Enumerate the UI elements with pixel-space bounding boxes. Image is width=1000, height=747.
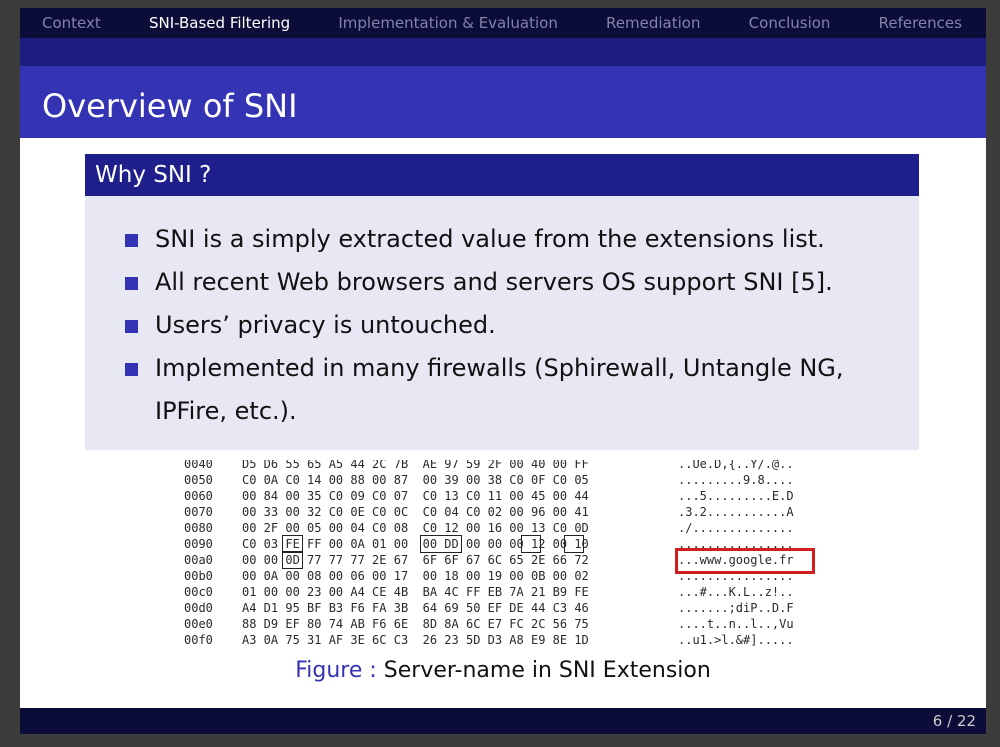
hex-ascii: ...#...K.L..z!..: [678, 585, 794, 599]
hex-ascii: ./..............: [678, 521, 794, 535]
caption-label: Figure :: [295, 658, 377, 683]
hex-bytes: 00 84 00 35 C0 09 C0 07 C0 13 C0 11 00 4…: [242, 489, 589, 503]
nav-item-implementation[interactable]: Implementation & Evaluation: [338, 14, 558, 32]
hex-row: 0050 C0 0A C0 14 00 88 00 87 00 39 00 38 …: [170, 472, 830, 488]
hex-offset: 0090: [184, 537, 213, 551]
block-title: Why SNI ?: [85, 154, 919, 196]
hex-ascii: ...5.........E.D: [678, 489, 794, 503]
hex-offset: 00f0: [184, 633, 213, 647]
hex-offset: 00b0: [184, 569, 213, 583]
hex-row: 0040 D5 D6 55 65 A5 44 2C 7B AE 97 59 2F …: [170, 460, 830, 472]
hex-ascii: .......;diP..D.F: [678, 601, 794, 615]
hex-row: 0060 00 84 00 35 C0 09 C0 07 C0 13 C0 11 …: [170, 488, 830, 504]
figure-caption: Figure : Server-name in SNI Extension: [20, 658, 986, 683]
bullet-text: SNI is a simply extracted value from the…: [155, 225, 825, 253]
hex-offset: 00d0: [184, 601, 213, 615]
bullet-text: All recent Web browsers and servers OS s…: [155, 268, 833, 296]
square-bullet-icon: [125, 277, 138, 290]
hex-bytes: 00 2F 00 05 00 04 C0 08 C0 12 00 16 00 1…: [242, 521, 589, 535]
nav-item-remediation[interactable]: Remediation: [606, 14, 700, 32]
byte-highlight-box: [282, 551, 303, 569]
hex-bytes: 00 33 00 32 C0 0E C0 0C C0 04 C0 02 00 9…: [242, 505, 589, 519]
subsection-band: [20, 38, 986, 66]
block-body: SNI is a simply extracted value from the…: [85, 196, 919, 450]
bullet-item: SNI is a simply extracted value from the…: [125, 218, 919, 261]
hex-bytes: 00 0A 00 08 00 06 00 17 00 18 00 19 00 0…: [242, 569, 589, 583]
hex-bytes: 88 D9 EF 80 74 AB F6 6E 8D 8A 6C E7 FC 2…: [242, 617, 589, 631]
frame-title: Overview of SNI: [42, 87, 298, 125]
hex-ascii: ....t..n..l..,Vu: [678, 617, 794, 631]
hex-bytes: A4 D1 95 BF B3 F6 FA 3B 64 69 50 EF DE 4…: [242, 601, 589, 615]
nav-item-sni-filtering[interactable]: SNI-Based Filtering: [149, 14, 290, 32]
section-nav: Context SNI-Based Filtering Implementati…: [20, 8, 986, 38]
byte-highlight-box: [520, 535, 542, 553]
server-name-highlight: [675, 548, 815, 574]
footer-bar: 6 / 22: [20, 708, 986, 734]
hex-row: 0080 00 2F 00 05 00 04 C0 08 C0 12 00 16 …: [170, 520, 830, 536]
hex-row: 00c0 01 00 00 23 00 A4 CE 4B BA 4C FF EB …: [170, 584, 830, 600]
nav-item-conclusion[interactable]: Conclusion: [749, 14, 831, 32]
slide: Context SNI-Based Filtering Implementati…: [20, 8, 986, 734]
hex-bytes: 01 00 00 23 00 A4 CE 4B BA 4C FF EB 7A 2…: [242, 585, 589, 599]
hex-bytes: A3 0A 75 31 AF 3E 6C C3 26 23 5D D3 A8 E…: [242, 633, 589, 647]
bullet-text: Users’ privacy is untouched.: [155, 311, 496, 339]
hex-dump-figure: 0040 D5 D6 55 65 A5 44 2C 7B AE 97 59 2F …: [170, 460, 830, 660]
bullet-item: All recent Web browsers and servers OS s…: [125, 261, 919, 304]
byte-highlight-box: [419, 535, 462, 553]
hex-bytes: C0 0A C0 14 00 88 00 87 00 39 00 38 C0 0…: [242, 473, 589, 487]
byte-highlight-box: [563, 535, 585, 553]
page-number: 6 / 22: [932, 712, 976, 730]
hex-ascii: .3.2...........A: [678, 505, 794, 519]
bullet-item: Users’ privacy is untouched.: [125, 304, 919, 347]
square-bullet-icon: [125, 320, 138, 333]
hex-offset: 0080: [184, 521, 213, 535]
nav-item-context[interactable]: Context: [42, 14, 101, 32]
hex-ascii: ..Ue.D,{..Y/.@..: [678, 460, 794, 471]
hex-offset: 0050: [184, 473, 213, 487]
hex-offset: 0040: [184, 460, 213, 471]
why-sni-block: Why SNI ? SNI is a simply extracted valu…: [85, 154, 919, 450]
hex-bytes: D5 D6 55 65 A5 44 2C 7B AE 97 59 2F 00 4…: [242, 460, 589, 471]
hex-row: 0070 00 33 00 32 C0 0E C0 0C C0 04 C0 02 …: [170, 504, 830, 520]
hex-offset: 00c0: [184, 585, 213, 599]
bullet-item: Implemented in many firewalls (Sphirewal…: [125, 347, 919, 433]
hex-ascii: .........9.8....: [678, 473, 794, 487]
hex-ascii: ..u1.>l.&#].....: [678, 633, 794, 647]
bullet-list: SNI is a simply extracted value from the…: [125, 218, 919, 433]
frame-title-bar: Overview of SNI: [20, 66, 986, 138]
square-bullet-icon: [125, 363, 138, 376]
hex-row: 00f0 A3 0A 75 31 AF 3E 6C C3 26 23 5D D3 …: [170, 632, 830, 648]
hex-row: 00e0 88 D9 EF 80 74 AB F6 6E 8D 8A 6C E7 …: [170, 616, 830, 632]
hex-row: 00d0 A4 D1 95 BF B3 F6 FA 3B 64 69 50 EF …: [170, 600, 830, 616]
hex-offset: 00a0: [184, 553, 213, 567]
hex-offset: 00e0: [184, 617, 213, 631]
bullet-text: Implemented in many firewalls (Sphirewal…: [155, 354, 844, 425]
caption-text: Server-name in SNI Extension: [383, 658, 711, 683]
hex-offset: 0070: [184, 505, 213, 519]
hex-offset: 0060: [184, 489, 213, 503]
square-bullet-icon: [125, 234, 138, 247]
nav-item-references[interactable]: References: [879, 14, 962, 32]
